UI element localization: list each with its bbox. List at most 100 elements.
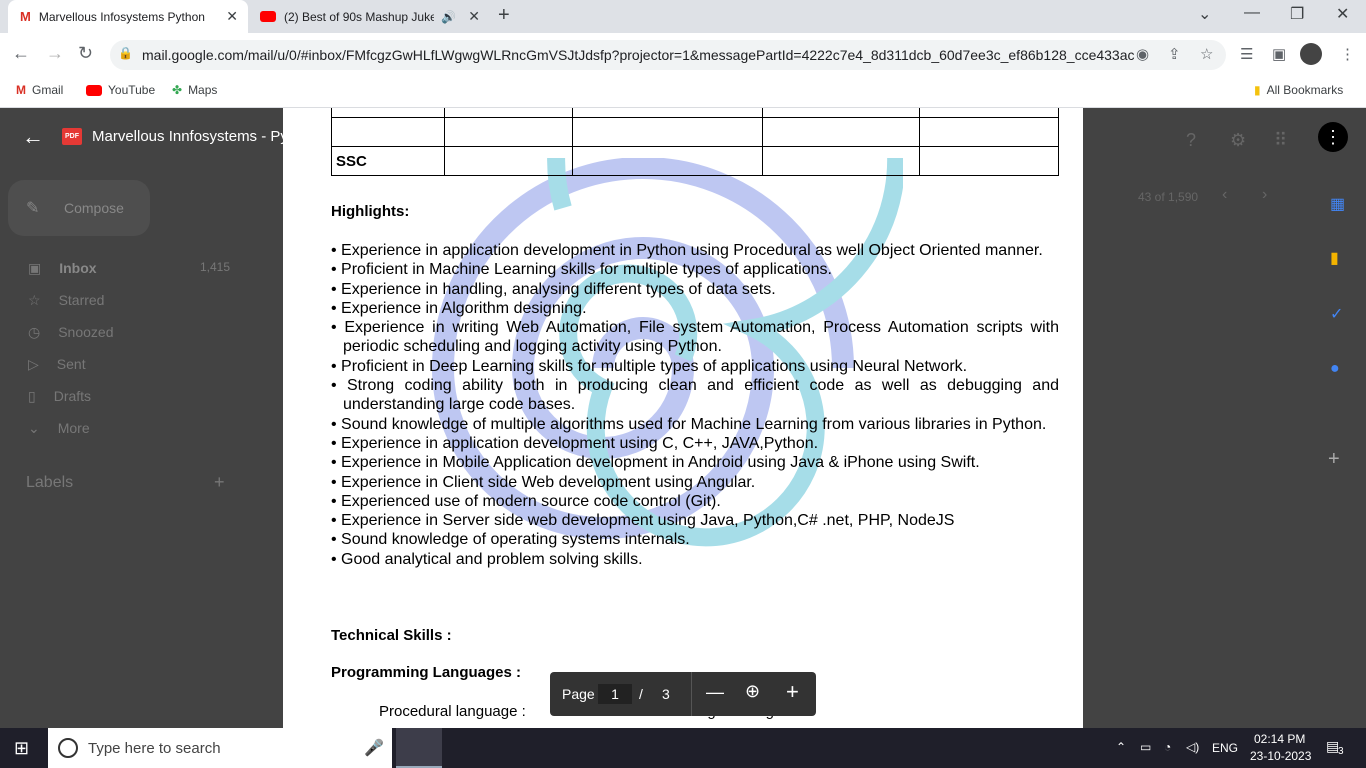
- sidebar-item-label: Inbox: [59, 260, 97, 276]
- table-cell: [572, 146, 763, 176]
- sidebar-item-label: Drafts: [53, 388, 92, 404]
- highlight-item: • Experience in handling, analysing diff…: [331, 280, 776, 298]
- pdf-page-control: Page 1 / 3 — ⊕ +: [550, 672, 816, 716]
- reading-list-icon[interactable]: ☰: [1240, 45, 1253, 63]
- address-bar[interactable]: mail.google.com/mail/u/0/#inbox/FMfcgzGw…: [110, 40, 1226, 70]
- table-row: [331, 108, 1059, 118]
- clock-icon: ◷: [28, 324, 41, 340]
- all-bookmarks[interactable]: ▮ All Bookmarks: [1254, 83, 1343, 97]
- windows-start-icon[interactable]: ⊞: [14, 738, 29, 759]
- add-addon-icon[interactable]: +: [1328, 448, 1340, 471]
- contacts-icon[interactable]: ●: [1330, 360, 1340, 378]
- sidebar-item-inbox[interactable]: ▣ Inbox 1,415: [28, 260, 238, 277]
- highlights-list: • Experience in application development …: [331, 241, 1059, 569]
- side-panel-icon[interactable]: ▣: [1272, 45, 1286, 63]
- minimize-button[interactable]: —: [1244, 4, 1260, 22]
- more-options-icon[interactable]: ⋮: [1318, 122, 1348, 152]
- draft-icon: ▯: [28, 388, 36, 404]
- clock-date[interactable]: 23-10-2023: [1250, 749, 1311, 763]
- calendar-icon[interactable]: ▦: [1330, 194, 1345, 214]
- highlight-item: • Experience in writing Web Automation, …: [331, 319, 1059, 356]
- bookmarks-bar: M Gmail YouTube ✤ Maps ▮ All Bookmarks: [0, 77, 1366, 108]
- tab-gmail[interactable]: M Marvellous Infosystems Python ... ✕: [8, 0, 248, 33]
- zoom-out-icon[interactable]: —: [706, 682, 724, 703]
- page-total: 3: [662, 686, 670, 702]
- highlight-item: • Proficient in Machine Learning skills …: [331, 261, 832, 279]
- table-cell: [444, 117, 573, 147]
- chevron-right-icon[interactable]: ›: [1262, 186, 1267, 204]
- highlight-item: • Strong coding ability both in producin…: [331, 377, 1059, 414]
- pdf-icon: PDF: [62, 128, 82, 145]
- tab-search-icon[interactable]: ⌄: [1198, 4, 1211, 24]
- page-number-input[interactable]: 1: [598, 684, 632, 704]
- new-tab-button[interactable]: +: [498, 4, 510, 27]
- forward-icon[interactable]: →: [46, 43, 64, 64]
- gear-icon[interactable]: ⚙: [1230, 130, 1246, 151]
- highlight-item: • Experience in application development …: [331, 242, 1043, 259]
- restore-button[interactable]: ❐: [1290, 4, 1304, 24]
- profile-avatar[interactable]: [1300, 43, 1322, 65]
- table-cell: [331, 108, 445, 118]
- sidebar-item-snoozed[interactable]: ◷ Snoozed: [28, 324, 114, 341]
- highlight-item: • Proficient in Deep Learning skills for…: [331, 357, 968, 375]
- menu-icon[interactable]: ⋮: [1340, 45, 1355, 63]
- language-indicator[interactable]: ENG: [1212, 741, 1238, 755]
- chevron-left-icon[interactable]: ‹: [1222, 186, 1227, 204]
- bookmark-maps[interactable]: ✤ Maps: [172, 83, 217, 97]
- close-tab-icon[interactable]: ✕: [226, 8, 238, 25]
- education-table: SSC: [331, 108, 1059, 176]
- youtube-icon: [86, 84, 102, 96]
- star-icon[interactable]: ☆: [1200, 45, 1213, 63]
- audio-icon[interactable]: 🔊: [441, 10, 456, 24]
- tab-strip: M Marvellous Infosystems Python ... ✕ (2…: [0, 0, 1366, 33]
- divider: [691, 672, 692, 716]
- pager-text: 43 of 1,590: [1138, 190, 1199, 204]
- wifi-icon[interactable]: ◔: [1164, 740, 1171, 754]
- tab-youtube[interactable]: (2) Best of 90s Mashup Juke... 🔊 ✕: [248, 0, 490, 33]
- help-icon[interactable]: ?: [1186, 130, 1196, 151]
- sidebar-item-label: Starred: [58, 292, 105, 308]
- microphone-icon[interactable]: 🎤: [364, 738, 384, 758]
- zoom-in-icon[interactable]: +: [786, 679, 799, 705]
- keep-icon[interactable]: ▮: [1330, 248, 1339, 268]
- table-cell: [762, 117, 920, 147]
- inbox-count: 1,415: [200, 260, 231, 274]
- bookmark-gmail[interactable]: M Gmail: [16, 83, 63, 97]
- labels-label: Labels: [26, 474, 74, 491]
- sidebar-item-sent[interactable]: ▷ Sent: [28, 356, 86, 373]
- clock-time[interactable]: 02:14 PM: [1254, 732, 1305, 746]
- zoom-reset-icon[interactable]: ⊕: [745, 681, 760, 702]
- search-icon: [58, 738, 78, 758]
- gmail-icon: M: [20, 9, 31, 24]
- volume-icon[interactable]: ◁): [1186, 740, 1199, 754]
- share-icon[interactable]: ⇪: [1168, 45, 1181, 63]
- close-window-button[interactable]: ✕: [1336, 4, 1349, 24]
- table-row: SSC: [331, 146, 1059, 176]
- search-placeholder: Type here to search: [88, 739, 221, 757]
- close-tab-icon[interactable]: ✕: [468, 8, 480, 25]
- folder-icon: ▮: [1254, 83, 1261, 97]
- table-cell: [919, 146, 1059, 176]
- sidebar-item-label: Snoozed: [58, 324, 114, 340]
- table-cell: [444, 146, 573, 176]
- sidebar-item-drafts[interactable]: ▯ Drafts: [28, 388, 91, 405]
- bookmark-youtube[interactable]: YouTube: [86, 83, 155, 97]
- reload-icon[interactable]: ↻: [78, 43, 93, 64]
- sidebar-item-more[interactable]: ⌄ More: [28, 420, 90, 437]
- bookmark-label: Maps: [188, 83, 218, 97]
- viewer-back-icon[interactable]: ←: [22, 124, 44, 150]
- battery-icon[interactable]: ▭: [1140, 740, 1151, 754]
- bookmark-label: YouTube: [108, 83, 156, 97]
- chrome-icon[interactable]: [396, 728, 442, 768]
- tasks-icon[interactable]: ✓: [1330, 304, 1343, 324]
- bookmark-label: All Bookmarks: [1266, 83, 1344, 97]
- chevron-up-icon[interactable]: ⌃: [1116, 740, 1126, 754]
- taskbar-search-input[interactable]: Type here to search: [48, 728, 392, 768]
- sidebar-item-starred[interactable]: ☆ Starred: [28, 292, 104, 309]
- back-icon[interactable]: ←: [12, 43, 30, 64]
- add-label-icon[interactable]: +: [214, 472, 225, 493]
- table-cell: [572, 108, 763, 118]
- site-info-icon[interactable]: 🔒: [118, 46, 133, 60]
- apps-icon[interactable]: ⠿: [1274, 130, 1287, 151]
- view-icon[interactable]: ◉: [1136, 45, 1149, 63]
